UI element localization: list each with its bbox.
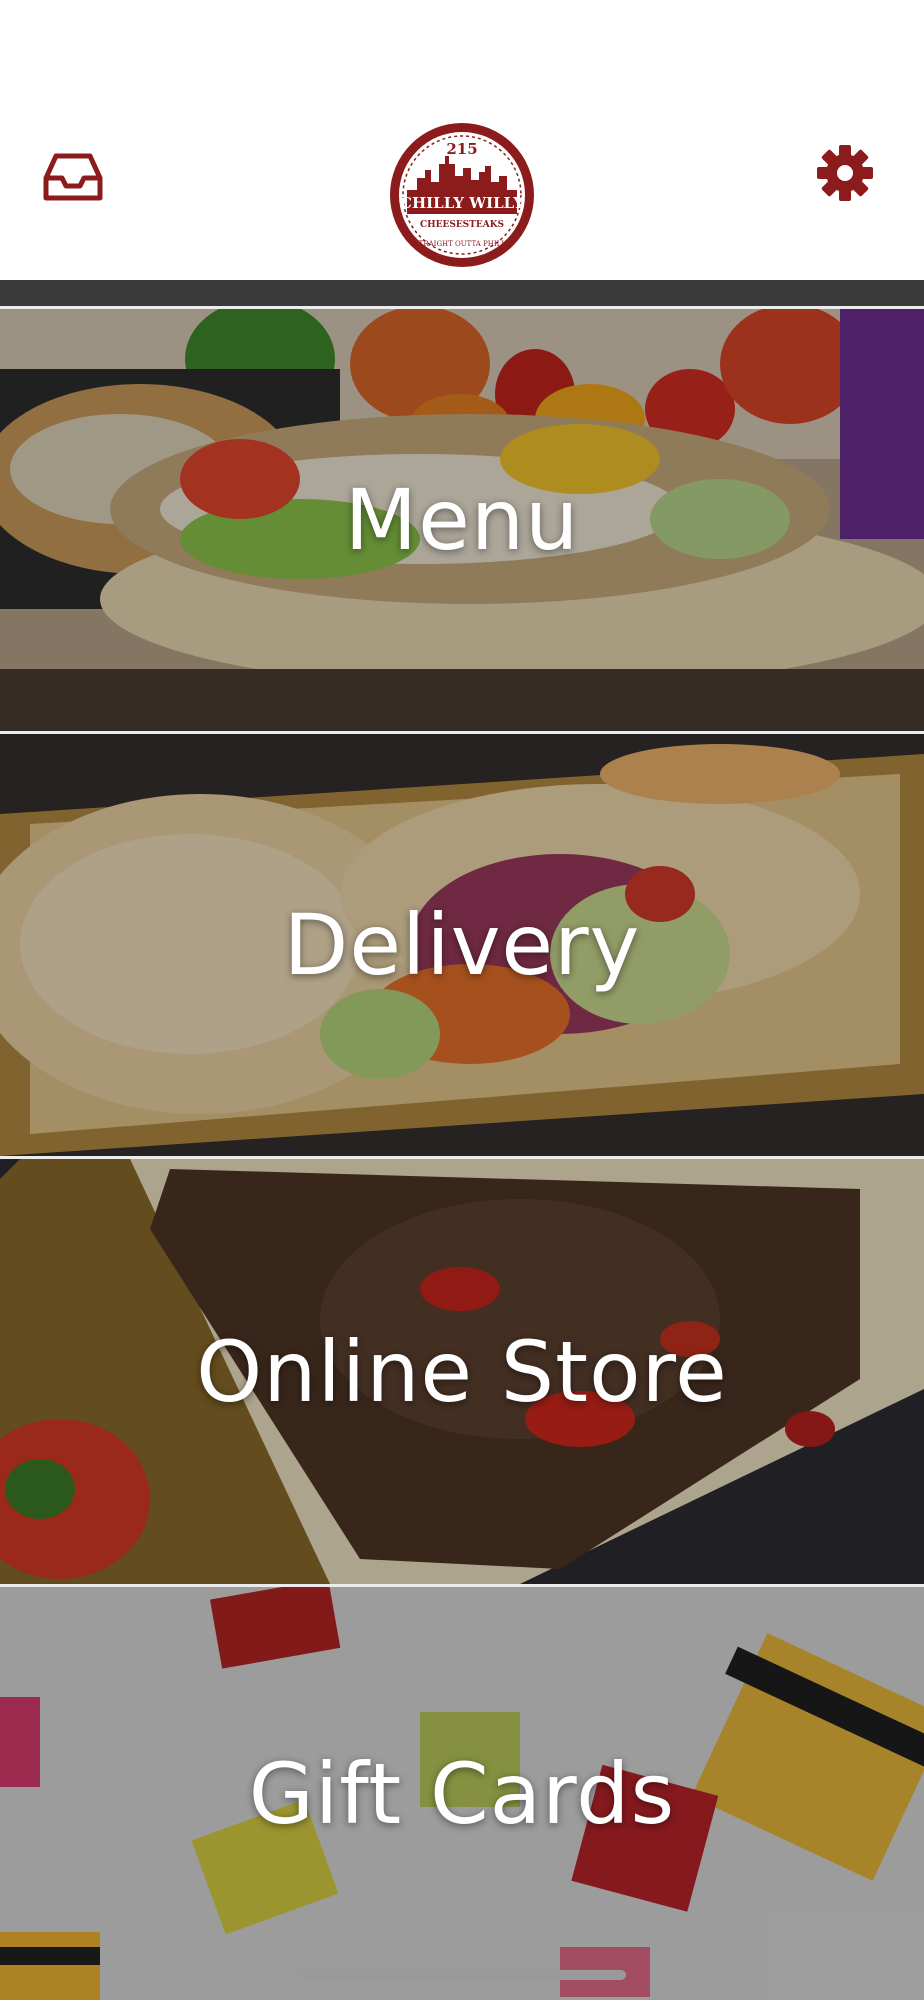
tile-online-store[interactable]: Online Store (0, 1159, 924, 1584)
home-indicator[interactable] (298, 1970, 626, 1980)
logo-name: CHILLY WILLY (400, 194, 524, 212)
logo-subtitle: CHEESESTEAKS (420, 220, 504, 230)
inbox-icon (43, 153, 103, 201)
tile-menu[interactable]: Menu (0, 309, 924, 731)
top-image-strip (0, 280, 924, 306)
tile-label: Delivery (283, 896, 641, 994)
app-header: 215 CHILLY WILLY CHEESESTEAKS STRAIGHT O… (0, 110, 924, 280)
gear-icon (817, 145, 873, 201)
status-bar-area (0, 0, 924, 110)
brand-logo: 215 CHILLY WILLY CHEESESTEAKS STRAIGHT O… (387, 120, 537, 270)
tile-gift-cards[interactable]: Gift Cards (0, 1587, 924, 2000)
logo-tagline: STRAIGHT OUTTA PHILLY (414, 240, 511, 248)
tile-label: Menu (344, 471, 580, 569)
inbox-button[interactable] (40, 144, 106, 210)
tile-label: Gift Cards (248, 1744, 676, 1843)
settings-button[interactable] (812, 140, 878, 206)
logo-number: 215 (446, 140, 477, 158)
tile-delivery[interactable]: Delivery (0, 734, 924, 1156)
tile-label: Online Store (196, 1322, 728, 1421)
